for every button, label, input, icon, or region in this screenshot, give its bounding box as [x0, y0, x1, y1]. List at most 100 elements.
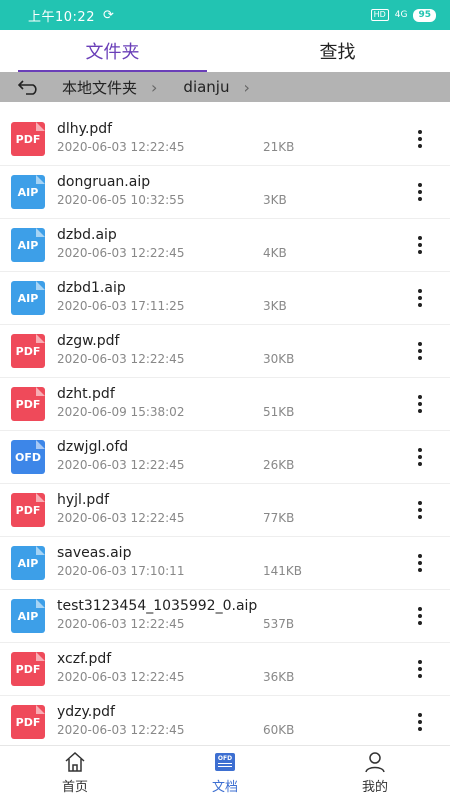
aip-file-icon: AIP [11, 599, 45, 633]
more-options-icon[interactable] [412, 392, 428, 416]
file-date: 2020-06-03 12:22:45 [57, 352, 185, 366]
file-row[interactable]: PDF hyjl.pdf 2020-06-03 12:22:45 77KB [0, 484, 450, 537]
file-name: dzwjgl.ofd [57, 439, 129, 455]
file-list: PDF dlhy.pdf 2020-06-03 12:22:45 21KB AIP… [0, 113, 450, 745]
aip-file-icon: AIP [11, 546, 45, 580]
breadcrumb: 本地文件夹 › dianju › [0, 72, 450, 102]
file-size: 30KB [263, 352, 295, 366]
file-row[interactable]: AIP saveas.aip 2020-06-03 17:10:11 141KB [0, 537, 450, 590]
nav-item-documents[interactable]: OFD 文档 [150, 746, 300, 800]
pdf-file-icon: PDF [11, 122, 45, 156]
ofd-document-icon: OFD [215, 753, 235, 771]
pdf-file-icon: PDF [11, 705, 45, 739]
breadcrumb-label: 本地文件夹 [62, 78, 138, 97]
pdf-file-icon: PDF [11, 493, 45, 527]
file-size: 537B [263, 617, 295, 631]
file-size: 60KB [263, 723, 295, 737]
file-name: dzgw.pdf [57, 333, 120, 349]
ofd-file-icon: OFD [11, 440, 45, 474]
chevron-right-icon: › [243, 77, 250, 97]
more-options-icon[interactable] [412, 710, 428, 734]
file-date: 2020-06-09 15:38:02 [57, 405, 185, 419]
file-row[interactable]: OFD dzwjgl.ofd 2020-06-03 12:22:45 26KB [0, 431, 450, 484]
file-row[interactable]: AIP dzbd.aip 2020-06-03 12:22:45 4KB [0, 219, 450, 272]
file-row[interactable]: PDF xczf.pdf 2020-06-03 12:22:45 36KB [0, 643, 450, 696]
file-size: 21KB [263, 140, 295, 154]
pdf-file-icon: PDF [11, 334, 45, 368]
file-date: 2020-06-03 12:22:45 [57, 140, 185, 154]
file-size: 4KB [263, 246, 287, 260]
file-name: saveas.aip [57, 545, 132, 561]
nav-label: 我的 [361, 780, 388, 795]
file-row[interactable]: PDF dzgw.pdf 2020-06-03 12:22:45 30KB [0, 325, 450, 378]
file-date: 2020-06-03 12:22:45 [57, 723, 185, 737]
nav-label: 文档 [211, 780, 238, 795]
more-options-icon[interactable] [412, 604, 428, 628]
more-options-icon[interactable] [412, 286, 428, 310]
bottom-nav: 首页 OFD 文档 我的 [0, 745, 450, 800]
file-name: dzbd1.aip [57, 280, 126, 296]
more-options-icon[interactable] [412, 551, 428, 575]
file-date: 2020-06-03 12:22:45 [57, 246, 185, 260]
nav-item-profile[interactable]: 我的 [300, 746, 450, 800]
file-name: dzbd.aip [57, 227, 117, 243]
file-size: 3KB [263, 299, 287, 313]
more-options-icon[interactable] [412, 339, 428, 363]
tab-search[interactable]: 查找 [225, 30, 450, 72]
file-date: 2020-06-03 12:22:45 [57, 511, 185, 525]
file-row[interactable]: AIP test3123454_1035992_0.aip 2020-06-03 … [0, 590, 450, 643]
more-options-icon[interactable] [412, 127, 428, 151]
file-name: xczf.pdf [57, 651, 112, 667]
breadcrumb-item-local[interactable]: 本地文件夹 › [62, 77, 183, 98]
pdf-file-icon: PDF [11, 652, 45, 686]
tab-folder[interactable]: 文件夹 [0, 30, 225, 72]
file-date: 2020-06-03 12:22:45 [57, 617, 185, 631]
file-name: ydzy.pdf [57, 704, 115, 720]
file-row[interactable]: PDF dzht.pdf 2020-06-09 15:38:02 51KB [0, 378, 450, 431]
file-date: 2020-06-03 17:10:11 [57, 564, 185, 578]
file-name: dlhy.pdf [57, 121, 113, 137]
sync-icon: ⟳ [102, 7, 114, 23]
hd-icon: HD [370, 9, 389, 21]
file-name: test3123454_1035992_0.aip [57, 598, 258, 614]
more-options-icon[interactable] [412, 498, 428, 522]
breadcrumb-item-current[interactable]: dianju › [183, 78, 275, 97]
more-options-icon[interactable] [412, 233, 428, 257]
file-date: 2020-06-03 17:11:25 [57, 299, 185, 313]
file-date: 2020-06-03 12:22:45 [57, 670, 185, 684]
file-row[interactable]: PDF ydzy.pdf 2020-06-03 12:22:45 60KB [0, 696, 450, 745]
file-size: 77KB [263, 511, 295, 525]
aip-file-icon: AIP [11, 228, 45, 262]
aip-file-icon: AIP [11, 175, 45, 209]
status-indicators: HD 4G 95 [370, 8, 436, 22]
file-size: 141KB [263, 564, 303, 578]
home-icon [65, 751, 85, 772]
chevron-right-icon: › [151, 77, 158, 97]
file-size: 36KB [263, 670, 295, 684]
breadcrumb-label: dianju [183, 78, 230, 96]
status-bar: 上午10:22 ⟳ HD 4G 95 [0, 0, 450, 30]
status-time: 上午10:22 [28, 9, 95, 25]
nav-label: 首页 [61, 780, 88, 795]
user-icon [365, 752, 385, 773]
file-name: hyjl.pdf [57, 492, 110, 508]
file-row[interactable]: AIP dzbd1.aip 2020-06-03 17:11:25 3KB [0, 272, 450, 325]
file-name: dzht.pdf [57, 386, 115, 402]
file-size: 3KB [263, 193, 287, 207]
file-name: dongruan.aip [57, 174, 151, 190]
more-options-icon[interactable] [412, 657, 428, 681]
file-size: 26KB [263, 458, 295, 472]
file-date: 2020-06-03 12:22:45 [57, 458, 185, 472]
top-tabs: 文件夹 查找 [0, 30, 450, 72]
file-size: 51KB [263, 405, 295, 419]
more-options-icon[interactable] [412, 445, 428, 469]
file-row[interactable]: AIP dongruan.aip 2020-06-05 10:32:55 3KB [0, 166, 450, 219]
nav-item-home[interactable]: 首页 [0, 746, 150, 800]
more-options-icon[interactable] [412, 180, 428, 204]
file-row[interactable]: PDF dlhy.pdf 2020-06-03 12:22:45 21KB [0, 113, 450, 166]
file-date: 2020-06-05 10:32:55 [57, 193, 185, 207]
battery-icon: 95 [413, 8, 436, 22]
signal-icon: 4G [394, 9, 408, 20]
back-arrow-icon[interactable] [18, 79, 40, 95]
aip-file-icon: AIP [11, 281, 45, 315]
